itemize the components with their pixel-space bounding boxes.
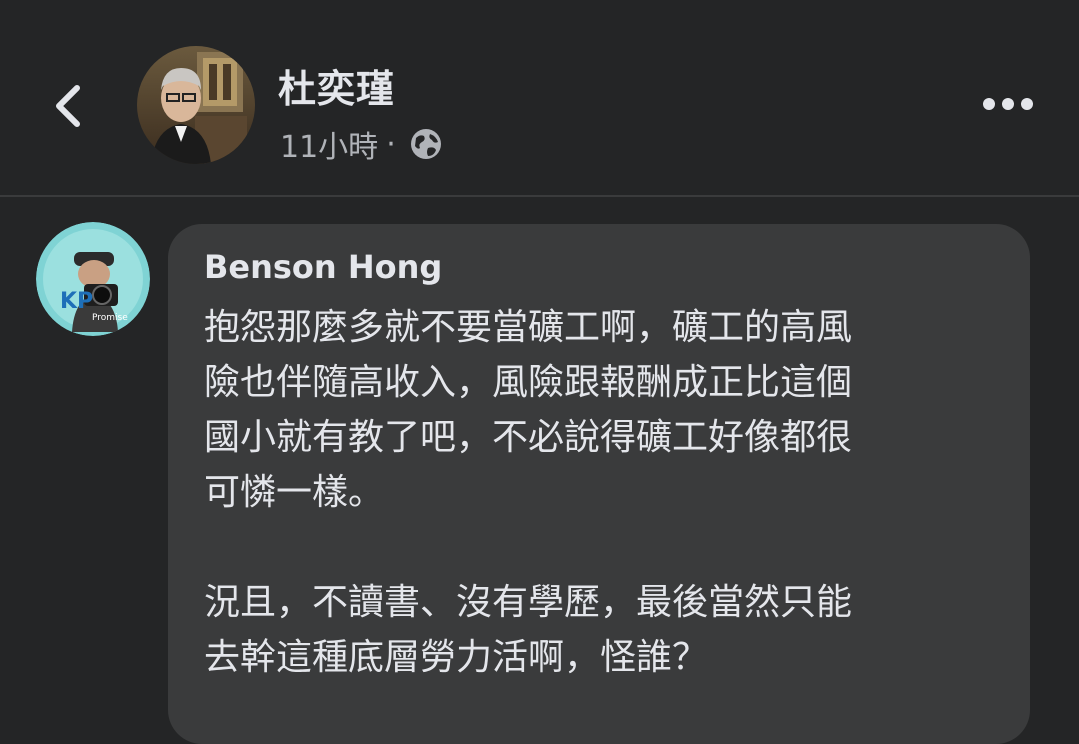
more-options-button[interactable] [978,86,1038,122]
post-meta: 11小時 · [280,122,444,166]
comment-paragraph: 況且，不讀書、沒有學歷，最後當然只能 去幹這種底層勞力活啊，怪誰？ [204,582,853,678]
header-divider [0,195,1079,197]
back-button[interactable] [44,76,92,136]
more-horizontal-icon [983,98,1033,110]
comment-text: 抱怨那麼多就不要當礦工啊，礦工的高風 險也伴隨高收入，風險跟報酬成正比這個 國小… [204,300,1004,685]
post-header: 杜奕瑾 11小時 · [0,0,1079,195]
comment-bubble: Benson Hong 抱怨那麼多就不要當礦工啊，礦工的高風 險也伴隨高收入，風… [168,224,1030,744]
avatar-brand-text: Promise [92,313,128,323]
meta-separator: · [386,126,396,162]
avatar-logo-text: KP [60,289,93,314]
chevron-left-icon [56,85,80,127]
post-timestamp[interactable]: 11小時 [280,122,378,166]
author-avatar[interactable] [137,46,255,164]
commenter-name[interactable]: Benson Hong [204,248,442,286]
comment-paragraph: 抱怨那麼多就不要當礦工啊，礦工的高風 險也伴隨高收入，風險跟報酬成正比這個 國小… [204,307,853,513]
commenter-avatar[interactable]: KP Promise [36,222,150,336]
post-author-name[interactable]: 杜奕瑾 [278,58,395,113]
globe-icon [408,126,444,162]
